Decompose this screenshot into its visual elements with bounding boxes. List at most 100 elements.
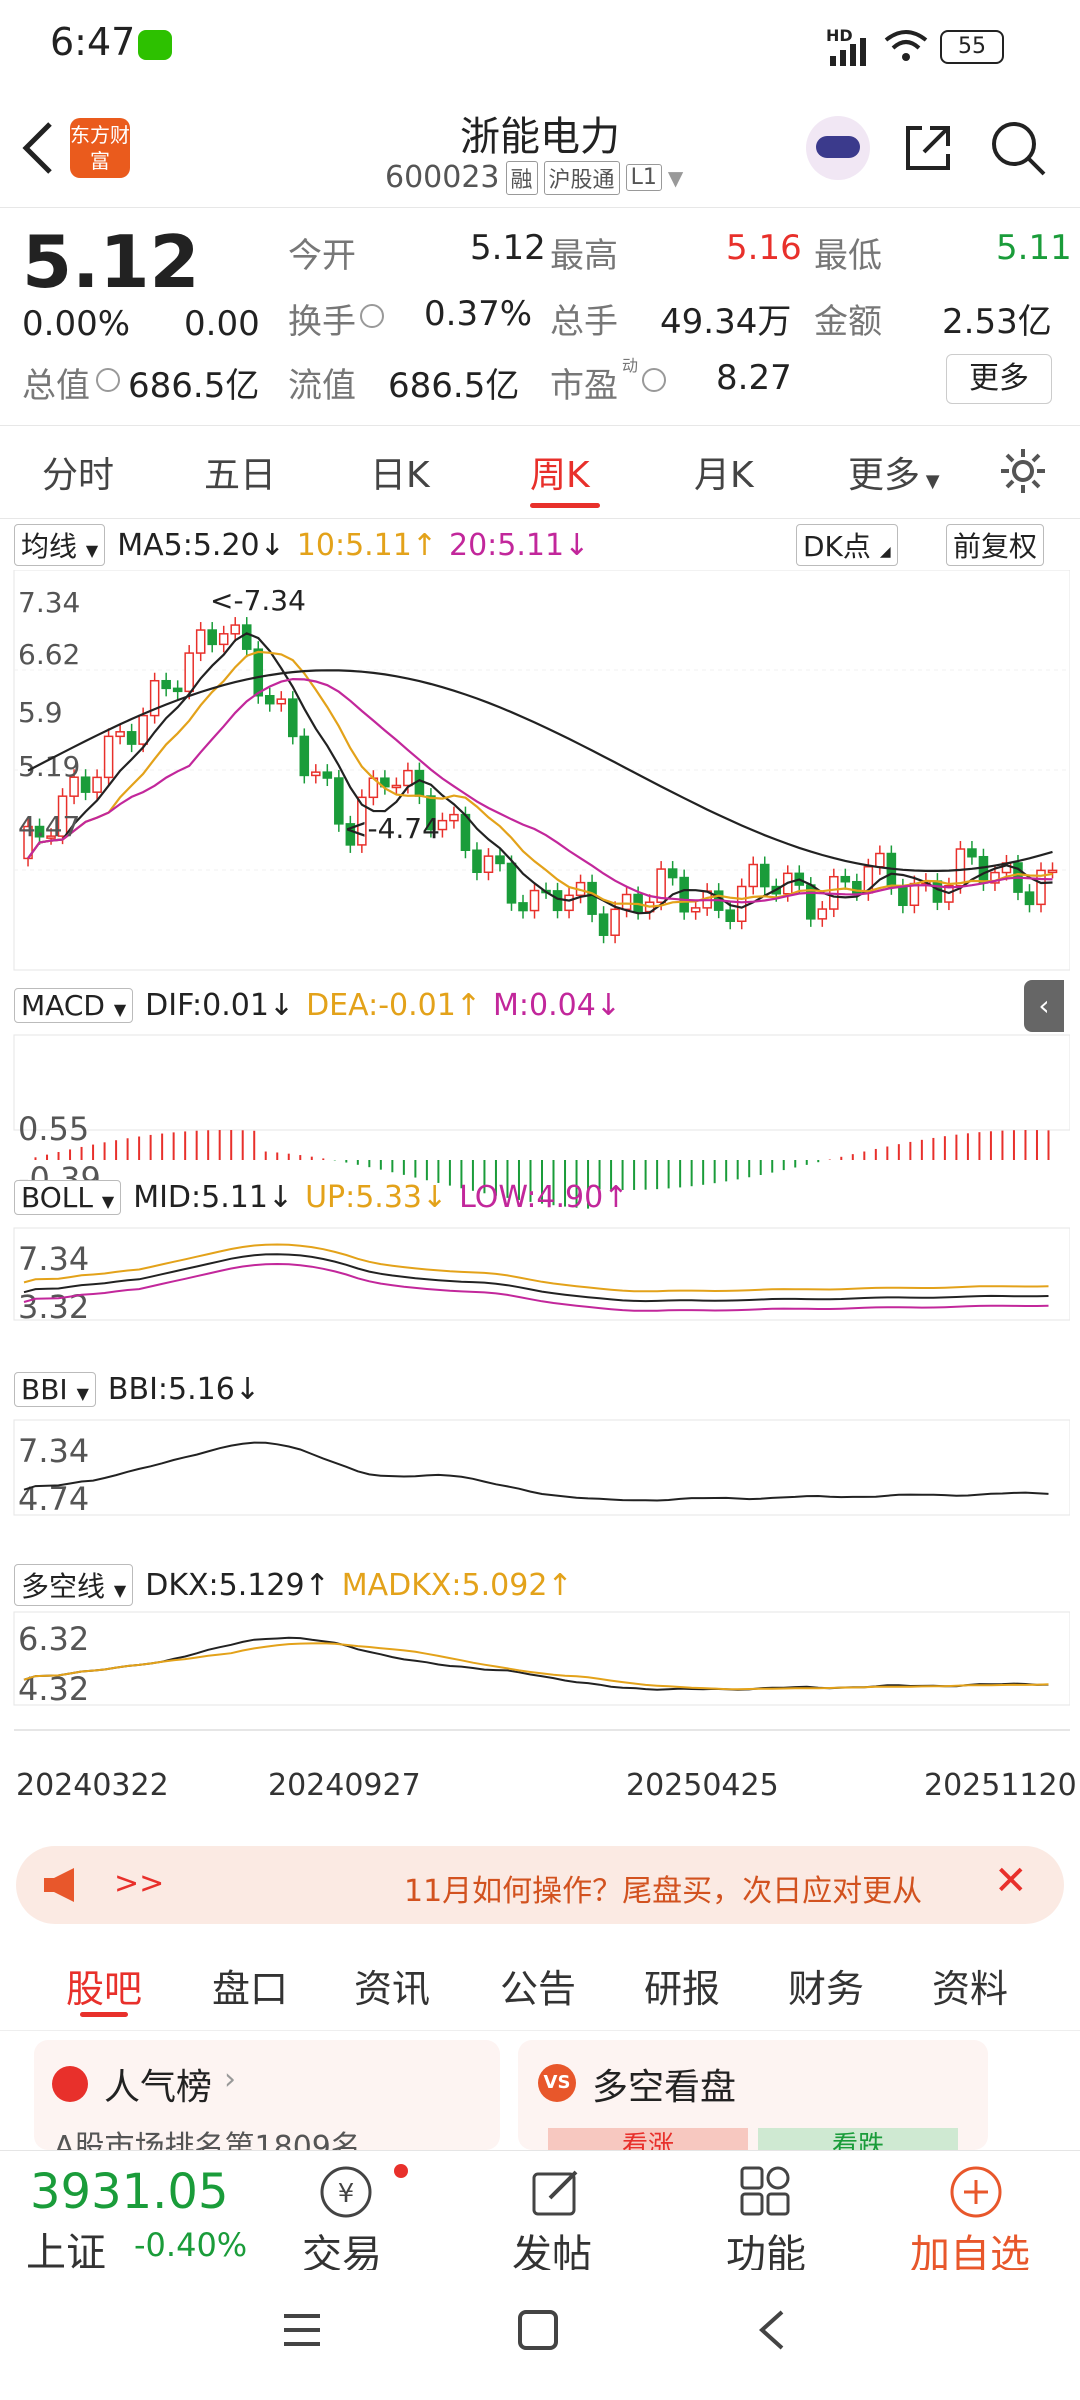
dkx-select[interactable]: 多空线 ▼ [14, 1564, 134, 1606]
menu-icon[interactable] [280, 2310, 324, 2350]
volume-label: 总手 [550, 302, 618, 342]
madkx-value: MADKX:5.092↑ [341, 1567, 573, 1603]
subtab-orderbook[interactable]: 盘口 [212, 1958, 288, 2013]
stock-code: 600023 [385, 160, 500, 195]
candle [679, 876, 689, 913]
candle [898, 886, 908, 907]
change-value: 0.00 [184, 304, 260, 344]
price-axis-label: 7.34 [18, 586, 80, 619]
caret-down-icon: ▼ [920, 471, 940, 492]
boll-select[interactable]: BOLL ▼ [14, 1180, 122, 1215]
notification-dot [394, 2164, 408, 2178]
megaphone-icon [44, 1868, 74, 1902]
tab-daily-k[interactable]: 日K [370, 446, 430, 498]
candle [299, 735, 310, 777]
tab-more[interactable]: 更多 ▼ [848, 446, 940, 498]
active-tab-indicator [530, 503, 600, 508]
ma-select-label: 均线 [21, 530, 78, 563]
dkx-value: DKX:5.129↑ [145, 1567, 330, 1603]
banner-text: 11月如何操作？尾盘买，次日应对更从 [404, 1874, 923, 1909]
candle [875, 852, 885, 868]
bull-bear-card[interactable]: VS 多空看盘 看涨 看跌 [518, 2040, 988, 2152]
tab-timeshare[interactable]: 分时 [42, 446, 114, 498]
amount-label: 金额 [814, 302, 882, 342]
candle [495, 855, 505, 865]
yuan-exchange-icon[interactable]: ¥ [316, 2164, 376, 2220]
edit-icon[interactable] [528, 2164, 584, 2220]
candle [587, 881, 597, 915]
price-axis-label: 4.47 [18, 810, 80, 843]
close-icon[interactable]: ✕ [994, 1858, 1028, 1904]
candle [598, 913, 609, 936]
candle [932, 880, 943, 903]
dkx-axis-top: 6.32 [18, 1620, 89, 1658]
candle [909, 882, 920, 907]
bull-bear-title: 多空看盘 [592, 2067, 737, 2108]
candle [621, 893, 632, 911]
subtab-finance[interactable]: 财务 [788, 1958, 864, 2013]
subtab-forum[interactable]: 股吧 [66, 1958, 142, 2013]
candle [748, 863, 759, 888]
tab-monthly-k[interactable]: 月K [694, 446, 754, 498]
madkx-line [23, 1642, 1049, 1691]
candle [403, 769, 413, 787]
low-label: 最低 [814, 236, 882, 276]
dkx-select-label: 多空线 [21, 1570, 106, 1603]
open-label: 今开 [288, 236, 356, 276]
chevron-right-icon: › [224, 2062, 236, 2097]
bbi-legend: BBI ▼ BBI:5.16↓ [14, 1372, 260, 1407]
tab-five-day[interactable]: 五日 [204, 446, 276, 498]
price-axis-label: 5.9 [18, 696, 63, 729]
tab-weekly-k[interactable]: 周K [530, 446, 590, 498]
macd-m: M:0.04↓ [493, 988, 621, 1023]
adjust-label: 前复权 [953, 530, 1038, 563]
candle [161, 679, 171, 690]
subtab-profile[interactable]: 资料 [932, 1958, 1008, 2013]
info-icon[interactable] [642, 368, 666, 392]
chart-panel-frame [13, 1227, 1070, 1321]
rank-icon [52, 2066, 88, 2102]
info-icon[interactable] [96, 368, 120, 392]
mktcap-value: 686.5亿 [128, 366, 260, 406]
grid-icon[interactable] [738, 2164, 794, 2220]
gear-icon[interactable] [998, 446, 1048, 496]
ma-select[interactable]: 均线 ▼ [14, 524, 106, 566]
subtab-announcement[interactable]: 公告 [500, 1958, 576, 2013]
bbi-line [23, 1441, 1049, 1502]
info-icon[interactable] [360, 304, 384, 328]
macd-select[interactable]: MACD ▼ [14, 988, 134, 1023]
candle [667, 868, 678, 879]
boll-mid: MID:5.11↓ [133, 1180, 294, 1215]
more-button[interactable]: 更多 [946, 354, 1052, 404]
candle [552, 890, 563, 912]
subtab-research[interactable]: 研报 [644, 1958, 720, 2013]
boll-legend: BOLL ▼ MID:5.11↓ UP:5.33↓ LOW:4.90↑ [14, 1180, 628, 1215]
collapse-tab[interactable]: ‹ [1024, 980, 1064, 1032]
bear-button[interactable]: 看跌 [758, 2128, 958, 2152]
candle [955, 848, 966, 887]
chevron-down-icon[interactable]: ▼ [668, 166, 683, 190]
ma10-value: 10:5.11↑ [296, 527, 437, 563]
candle [759, 863, 770, 888]
bbi-select[interactable]: BBI ▼ [14, 1372, 96, 1407]
adjust-select[interactable]: 前复权 [946, 524, 1045, 566]
dkx-legend: 多空线 ▼ DKX:5.129↑ MADKX:5.092↑ [14, 1564, 573, 1606]
add-circle-icon[interactable] [948, 2164, 1004, 2220]
svg-text:¥: ¥ [338, 2179, 355, 2209]
popularity-title: 人气榜 [104, 2067, 213, 2108]
assistant-avatar[interactable] [806, 116, 870, 180]
index-value[interactable]: 3931.05 [30, 2164, 229, 2220]
home-icon[interactable] [516, 2308, 560, 2352]
share-icon[interactable] [900, 120, 956, 176]
candle [276, 698, 287, 705]
candle [230, 624, 241, 635]
wifi-icon [884, 30, 928, 61]
bbi-axis-top: 7.34 [18, 1432, 89, 1470]
bull-button[interactable]: 看涨 [548, 2128, 748, 2152]
search-icon[interactable] [988, 118, 1048, 178]
popularity-card[interactable]: 人气榜 › A股市场排名第1809名 [34, 2040, 500, 2165]
dk-point-select[interactable]: DK点 ◢ [796, 524, 898, 566]
back-nav-icon[interactable] [752, 2308, 792, 2352]
candle [483, 855, 494, 874]
subtab-news[interactable]: 资讯 [354, 1958, 430, 2013]
